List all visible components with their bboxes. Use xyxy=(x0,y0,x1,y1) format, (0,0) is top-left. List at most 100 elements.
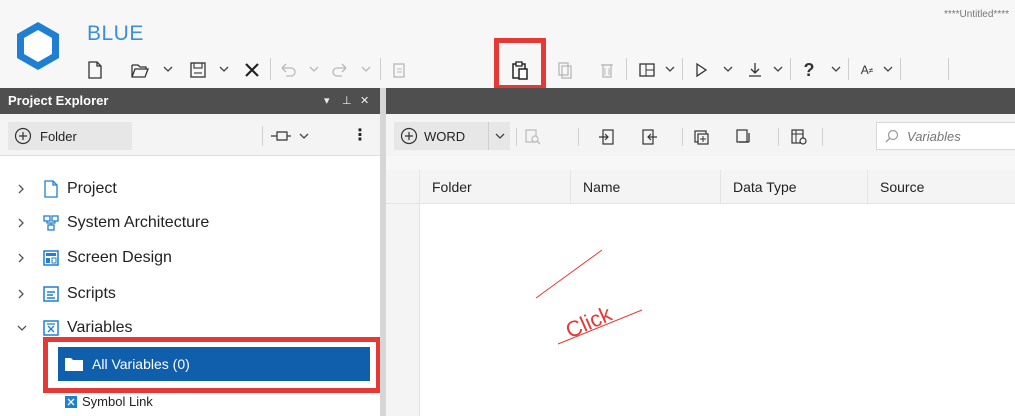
delete-icon[interactable] xyxy=(596,55,618,85)
app-logo-icon xyxy=(17,22,59,70)
chevron-down-icon[interactable] xyxy=(830,63,842,75)
tree-item-screen-design[interactable]: Screen Design xyxy=(0,241,172,275)
chevron-right-icon[interactable] xyxy=(16,183,36,195)
column-header-name[interactable]: Name xyxy=(571,170,721,204)
chevron-down-icon[interactable] xyxy=(772,63,784,75)
project-explorer-panel: Project Explorer ▾ ⊥ ✕ Folder ⋮ Project … xyxy=(0,88,381,416)
export-icon[interactable] xyxy=(638,126,660,148)
tree-item-label: Variables xyxy=(67,319,133,336)
undo-icon[interactable] xyxy=(276,55,300,85)
toolbar-separator xyxy=(270,58,271,80)
word-button-label: WORD xyxy=(424,128,466,144)
grid-row-header-strip xyxy=(386,204,420,416)
title-ribbon: BLUE ****Untitled**** ? A ≠ xyxy=(0,0,1015,90)
chevron-down-icon[interactable] xyxy=(664,63,676,75)
search-input[interactable] xyxy=(907,128,1007,144)
file-icon xyxy=(41,179,61,199)
script-icon xyxy=(41,284,61,304)
tree-item-label: System Architecture xyxy=(67,214,210,231)
chevron-down-icon[interactable] xyxy=(360,63,372,75)
duplicate-icon[interactable] xyxy=(554,55,576,85)
network-icon xyxy=(41,213,61,233)
folder-button-label: Folder xyxy=(40,128,77,144)
document-title: ****Untitled**** xyxy=(943,9,1009,20)
chevron-down-icon[interactable] xyxy=(162,63,174,75)
chevron-down-icon[interactable] xyxy=(308,63,320,75)
download-icon[interactable] xyxy=(744,55,766,85)
toolbar-separator xyxy=(682,58,683,80)
close-icon[interactable] xyxy=(240,55,264,85)
click-annotation: Click xyxy=(535,249,643,345)
copy-row-icon[interactable] xyxy=(732,126,754,148)
symbol-link-icon xyxy=(65,395,77,408)
add-circle-icon xyxy=(14,127,32,145)
toolbar-separator xyxy=(626,58,627,80)
variables-search-box[interactable] xyxy=(876,122,1015,150)
tree-item-project[interactable]: Project xyxy=(0,172,117,206)
import-icon[interactable] xyxy=(596,126,618,148)
add-folder-button[interactable]: Folder xyxy=(8,122,132,150)
variables-panel-header xyxy=(386,88,1015,114)
toolbar-separator xyxy=(848,58,849,80)
variables-panel: WORD Variables Folder Name Data Type Sou… xyxy=(386,88,1015,416)
redo-icon[interactable] xyxy=(328,55,352,85)
variables-toolbar: WORD xyxy=(386,114,1015,156)
panel-dropdown-icon[interactable]: ▾ xyxy=(324,88,330,114)
project-explorer-header: Project Explorer ▾ ⊥ ✕ xyxy=(0,88,380,114)
link-dropdown[interactable] xyxy=(270,126,320,146)
panel-title: Project Explorer xyxy=(8,93,109,108)
toolbar-separator xyxy=(262,126,263,146)
toolbar-separator xyxy=(822,128,823,146)
more-options-icon[interactable]: ⋮ xyxy=(352,125,368,145)
chevron-down-icon xyxy=(299,133,309,139)
chevron-down-icon xyxy=(495,133,504,139)
chevron-down-icon[interactable] xyxy=(218,63,230,75)
tree-item-label: Scripts xyxy=(67,285,116,302)
toolbar-separator xyxy=(380,58,381,80)
tree-item-system-architecture[interactable]: System Architecture xyxy=(0,206,209,240)
new-file-icon[interactable] xyxy=(84,55,106,85)
chevron-right-icon[interactable] xyxy=(16,252,36,264)
toolbar-separator xyxy=(516,128,517,146)
add-row-icon[interactable] xyxy=(690,126,712,148)
find-icon[interactable] xyxy=(522,126,544,148)
all-variables-highlight-box xyxy=(43,337,381,393)
tree-item-label: Symbol Link xyxy=(82,394,153,409)
chevron-right-icon[interactable] xyxy=(16,288,36,300)
pin-icon[interactable]: ⊥ xyxy=(342,88,352,114)
open-folder-icon[interactable] xyxy=(128,55,152,85)
help-icon[interactable]: ? xyxy=(798,55,820,85)
click-annotation-text: Click xyxy=(562,301,617,344)
screen-design-icon xyxy=(41,248,61,268)
font-style-icon[interactable]: A ≠ xyxy=(856,55,878,85)
layout-icon[interactable] xyxy=(636,55,658,85)
toolbar-separator xyxy=(790,58,791,80)
word-dropdown[interactable] xyxy=(488,122,510,150)
toolbar-separator xyxy=(948,58,949,80)
chevron-right-icon[interactable] xyxy=(16,217,36,229)
column-header-source[interactable]: Source xyxy=(868,170,1015,204)
chevron-down-icon[interactable] xyxy=(882,63,894,75)
tree-item-label: Screen Design xyxy=(67,249,172,266)
grid-header-row: Folder Name Data Type Source xyxy=(386,170,1015,204)
tree-item-symbol-link[interactable]: Symbol Link xyxy=(64,394,153,409)
add-word-button[interactable]: WORD xyxy=(394,122,488,150)
column-header-folder[interactable]: Folder xyxy=(420,170,571,204)
close-icon[interactable]: ✕ xyxy=(360,88,369,114)
table-settings-icon[interactable] xyxy=(788,126,810,148)
save-icon[interactable] xyxy=(186,55,210,85)
grid-corner xyxy=(386,170,420,204)
run-icon[interactable] xyxy=(690,55,712,85)
connector-icon xyxy=(271,131,291,141)
column-header-data-type[interactable]: Data Type xyxy=(721,170,868,204)
variables-grid: Folder Name Data Type Source xyxy=(386,170,1015,416)
copy-icon[interactable] xyxy=(388,55,410,85)
chevron-down-icon[interactable] xyxy=(722,63,734,75)
toolbar-separator xyxy=(778,128,779,146)
chevron-down-icon[interactable] xyxy=(16,323,36,333)
tree-item-scripts[interactable]: Scripts xyxy=(0,277,116,311)
project-explorer-toolbar: Folder ⋮ xyxy=(0,114,380,156)
paste-highlight-box xyxy=(494,38,546,90)
app-name: BLUE xyxy=(87,22,144,45)
search-icon xyxy=(885,129,899,143)
